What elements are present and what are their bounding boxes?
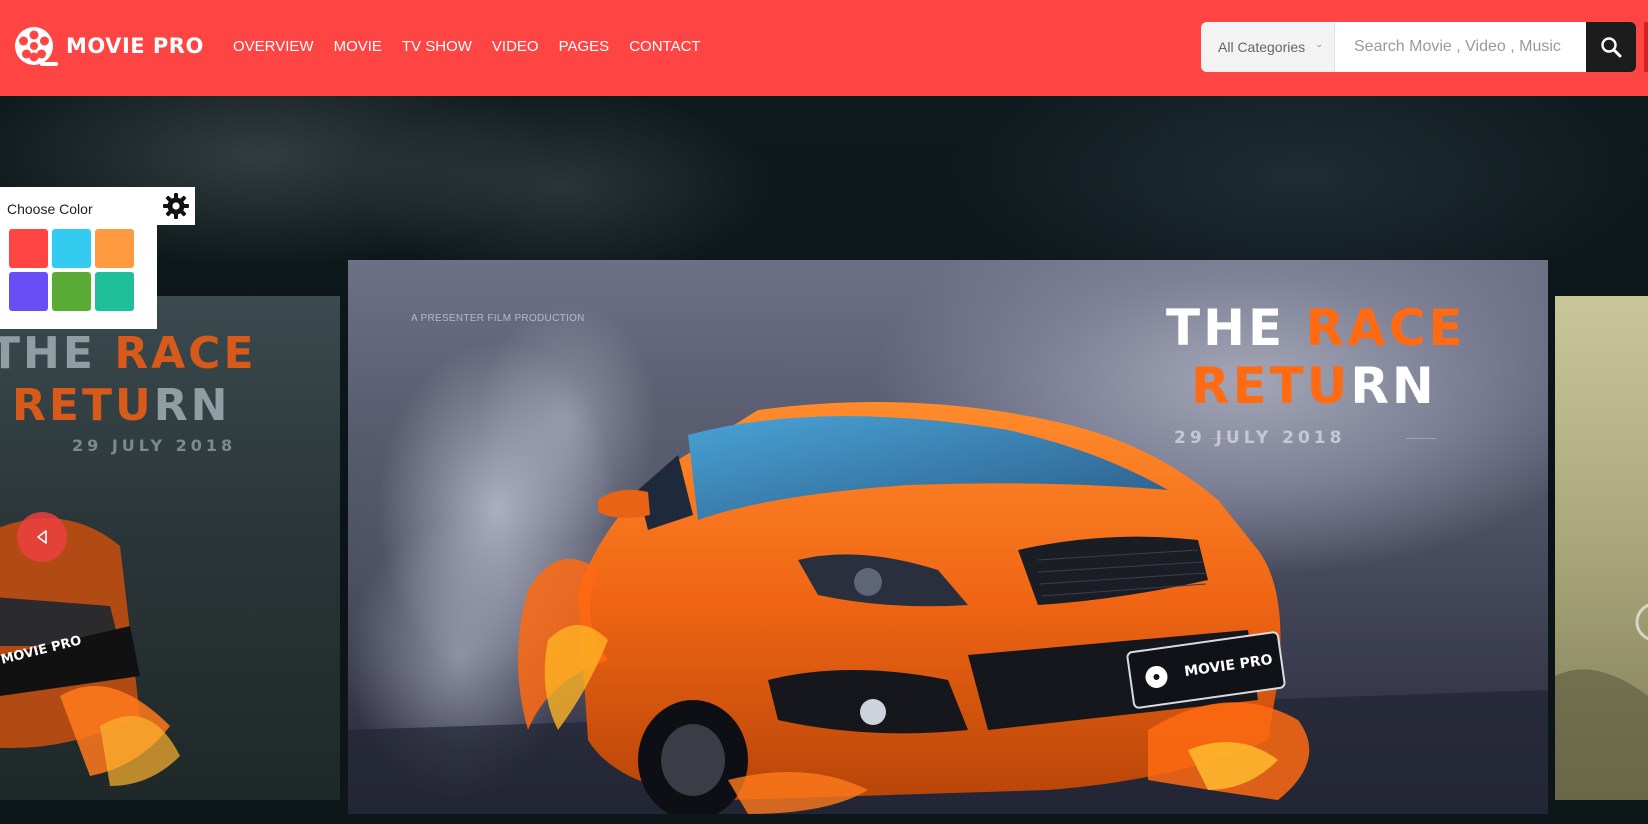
slide-main[interactable]: A PRESENTER FILM PRODUCTION THE RACE RET…: [348, 260, 1548, 814]
swatch-green[interactable]: [52, 272, 91, 311]
brand-name: MOVIE PRO: [66, 34, 204, 58]
category-select[interactable]: All Categories ⌄: [1201, 22, 1335, 72]
slider-prev-button[interactable]: [17, 512, 67, 562]
slide-title-line1: THE RACE: [1166, 299, 1466, 357]
nav-video[interactable]: VIDEO: [492, 36, 539, 58]
date-rule-right: [1406, 438, 1436, 439]
swatch-teal[interactable]: [95, 272, 134, 311]
swatch-orange[interactable]: [95, 229, 134, 268]
swatch-purple[interactable]: [9, 272, 48, 311]
color-chooser-toggle[interactable]: [157, 187, 195, 225]
chevron-left-icon: [37, 530, 47, 544]
search-icon: [1601, 37, 1622, 58]
swatch-red[interactable]: [9, 229, 48, 268]
search-input[interactable]: [1335, 22, 1586, 72]
film-reel-icon: [15, 27, 58, 66]
swatch-cyan[interactable]: [52, 229, 91, 268]
presenter-label: A PRESENTER FILM PRODUCTION: [411, 313, 585, 324]
color-chooser-panel: Choose Color: [0, 187, 157, 329]
color-chooser-label: Choose Color: [7, 201, 93, 217]
slide-date: 29 JULY 2018: [1174, 428, 1346, 448]
header: MOVIE PRO OVERVIEW MOVIE TV SHOW VIDEO P…: [0, 0, 1648, 96]
search-bar: All Categories ⌄: [1201, 22, 1636, 72]
nav-movie[interactable]: MOVIE: [334, 36, 382, 58]
category-select-value: All Categories: [1218, 39, 1306, 55]
slide-title-line2: RETURN: [1191, 357, 1437, 415]
gear-icon: [163, 193, 189, 219]
next-slide-image: [1555, 603, 1648, 800]
chevron-down-icon: ⌄: [1315, 39, 1323, 49]
nav-tv-show[interactable]: TV SHOW: [402, 36, 472, 58]
nav-contact[interactable]: CONTACT: [629, 36, 700, 58]
search-button[interactable]: [1586, 22, 1636, 72]
header-edge-strip: [1644, 22, 1648, 72]
main-nav: OVERVIEW MOVIE TV SHOW VIDEO PAGES CONTA…: [233, 36, 721, 58]
nav-pages[interactable]: PAGES: [559, 36, 610, 58]
nav-overview[interactable]: OVERVIEW: [233, 36, 314, 58]
logo[interactable]: MOVIE PRO: [12, 24, 204, 68]
slide-next[interactable]: [1555, 296, 1648, 800]
